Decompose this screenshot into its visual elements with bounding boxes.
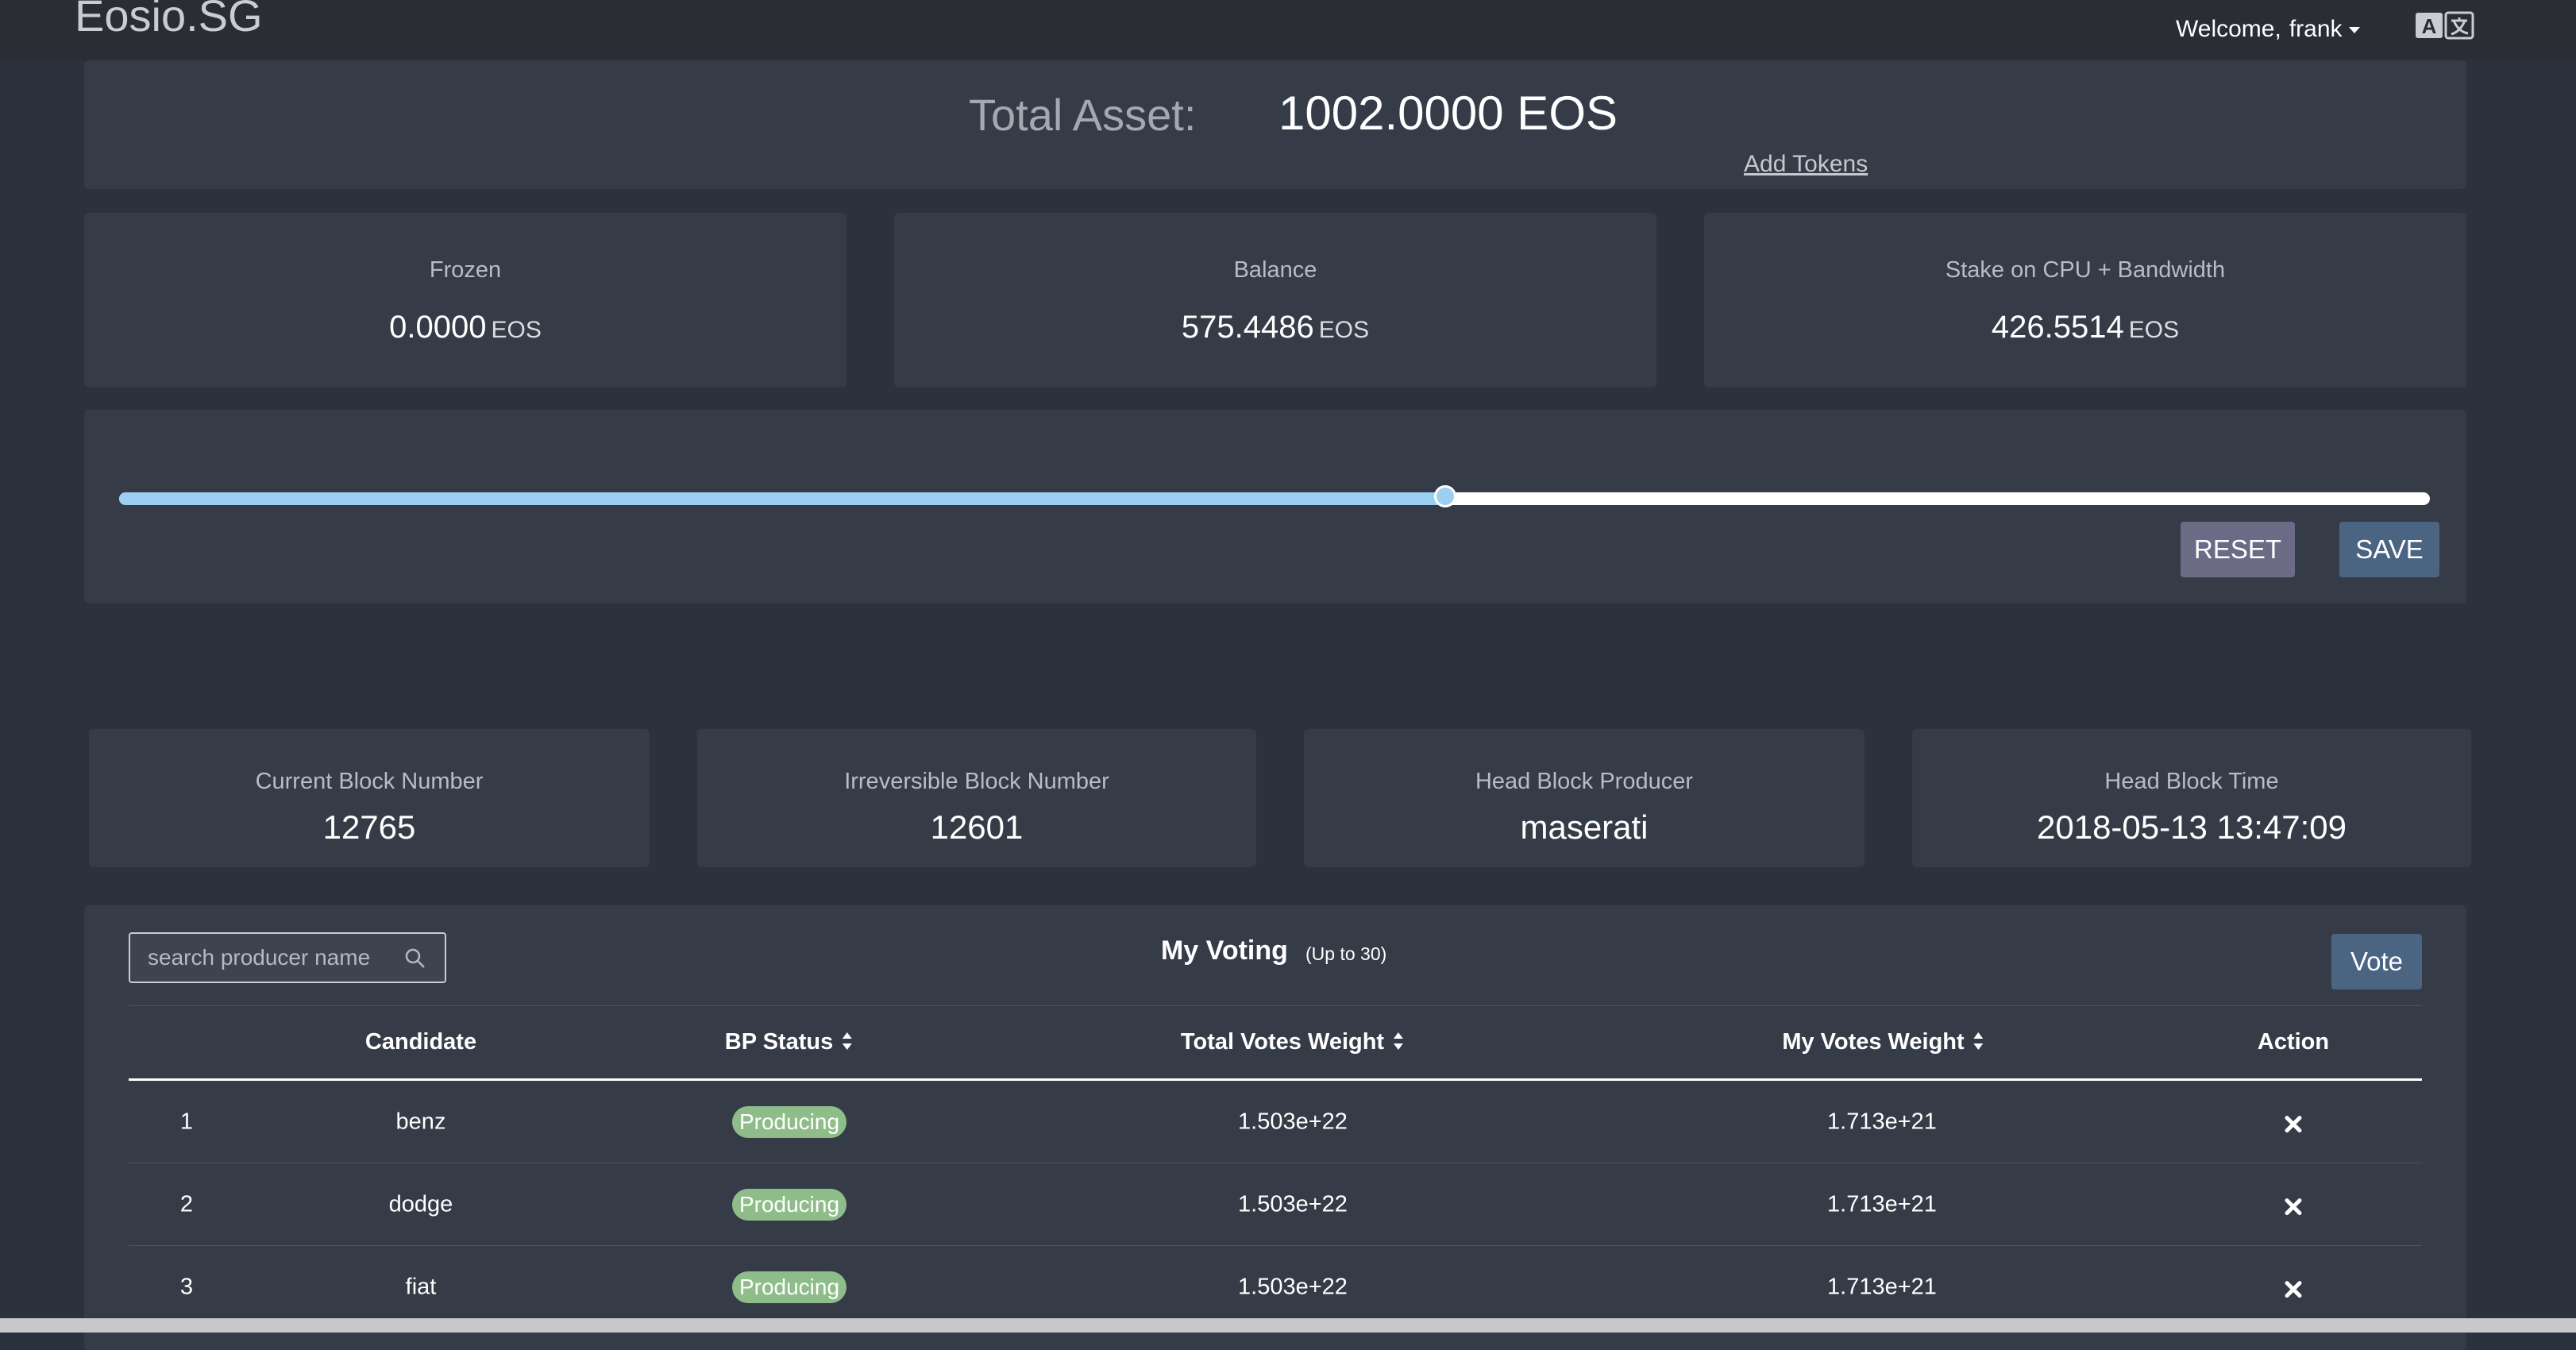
column-header-action: Action — [2257, 1029, 2330, 1055]
voting-title: My Voting — [1161, 935, 1288, 966]
total-votes-weight: 1.503e+22 — [1238, 1274, 1348, 1300]
vote-button[interactable]: Vote — [2331, 934, 2422, 989]
total-asset-value: 1002.0000 EOS — [1278, 87, 1618, 140]
status-badge: Producing — [732, 1189, 846, 1221]
voting-limit-note: (Up to 30) — [1305, 943, 1387, 964]
user-menu-toggle[interactable]: Welcome, frank — [2176, 16, 2360, 43]
my-votes-weight: 1.713e+21 — [1827, 1109, 1937, 1135]
svg-text:A: A — [2422, 14, 2437, 38]
column-header-my-votes[interactable]: My Votes Weight — [1782, 1029, 1984, 1055]
username: frank — [2289, 16, 2343, 42]
candidate-name: dodge — [388, 1191, 453, 1217]
irreversible-block-card: Irreversible Block Number 12601 — [697, 729, 1256, 867]
frozen-label: Frozen — [429, 257, 502, 283]
my-votes-weight: 1.713e+21 — [1827, 1191, 1937, 1217]
top-navbar: Eosio.SG Welcome, frank A — [0, 0, 2576, 60]
total-asset-panel — [84, 60, 2466, 189]
column-header-bp-status[interactable]: BP Status — [725, 1029, 854, 1055]
column-header-candidate: Candidate — [364, 1029, 477, 1055]
current-block-label: Current Block Number — [255, 769, 484, 794]
current-block-card: Current Block Number 12765 — [89, 729, 650, 867]
language-switch-icon[interactable]: A — [2414, 11, 2474, 40]
candidate-name: benz — [395, 1109, 446, 1135]
column-header-total-votes[interactable]: Total Votes Weight — [1181, 1029, 1405, 1055]
balance-label: Balance — [1233, 257, 1317, 283]
stake-value: 426.5514 EOS — [1991, 310, 2180, 345]
close-icon[interactable] — [2283, 1114, 2304, 1135]
my-votes-weight: 1.713e+21 — [1827, 1274, 1937, 1300]
irreversible-block-label: Irreversible Block Number — [844, 769, 1109, 794]
table-row: 3 fiat Producing 1.503e+22 1.713e+21 — [129, 1246, 2422, 1329]
current-block-value: 12765 — [322, 808, 416, 846]
head-producer-value: maserati — [1520, 808, 1649, 846]
table-row: 2 dodge Producing 1.503e+22 1.713e+21 — [129, 1163, 2422, 1246]
sort-icon[interactable] — [841, 1031, 854, 1051]
head-block-time-value: 2018-05-13 13:47:09 — [2037, 808, 2347, 846]
total-votes-weight: 1.503e+22 — [1238, 1191, 1348, 1217]
total-votes-weight: 1.503e+22 — [1238, 1109, 1348, 1135]
head-producer-card: Head Block Producer maserati — [1304, 729, 1865, 867]
welcome-label: Welcome, — [2176, 16, 2281, 42]
sort-icon[interactable] — [1392, 1031, 1405, 1051]
row-index: 2 — [179, 1191, 194, 1217]
table-top-divider — [129, 1005, 2422, 1006]
save-button[interactable]: SAVE — [2339, 522, 2439, 577]
frozen-card: Frozen 0.0000 EOS — [84, 213, 846, 388]
reset-button[interactable]: RESET — [2181, 522, 2295, 577]
head-block-time-card: Head Block Time 2018-05-13 13:47:09 — [1912, 729, 2471, 867]
close-icon[interactable] — [2283, 1197, 2304, 1217]
search-producer-input[interactable] — [148, 934, 402, 982]
sort-icon[interactable] — [1972, 1031, 1985, 1051]
stake-slider-panel — [84, 410, 2466, 604]
total-asset-label: Total Asset: — [969, 90, 1197, 140]
brand-logo[interactable]: Eosio.SG — [75, 0, 263, 38]
head-block-time-label: Head Block Time — [2104, 769, 2279, 794]
balance-value: 575.4486 EOS — [1181, 310, 1370, 345]
row-index: 3 — [179, 1274, 194, 1300]
stake-slider[interactable] — [119, 485, 2430, 507]
chevron-down-icon — [2348, 27, 2360, 34]
search-producer-box — [129, 932, 446, 983]
frozen-value: 0.0000 EOS — [389, 310, 542, 345]
row-index: 1 — [179, 1109, 194, 1135]
stake-label: Stake on CPU + Bandwidth — [1945, 257, 2226, 283]
table-row: 1 benz Producing 1.503e+22 1.713e+21 — [129, 1081, 2422, 1163]
stake-card: Stake on CPU + Bandwidth 426.5514 EOS — [1704, 213, 2466, 388]
head-producer-label: Head Block Producer — [1475, 769, 1694, 794]
status-badge: Producing — [732, 1106, 846, 1138]
stake-slider-handle[interactable] — [1434, 485, 1457, 507]
status-badge: Producing — [732, 1271, 846, 1303]
balance-card: Balance 575.4486 EOS — [894, 213, 1656, 388]
irreversible-block-value: 12601 — [930, 808, 1024, 846]
search-icon[interactable] — [403, 947, 427, 970]
candidate-name: fiat — [405, 1274, 437, 1300]
browser-bottom-strip — [0, 1318, 2576, 1333]
add-tokens-link[interactable]: Add Tokens — [1744, 151, 1868, 178]
stake-slider-fill — [119, 492, 1446, 505]
close-icon[interactable] — [2283, 1279, 2304, 1300]
